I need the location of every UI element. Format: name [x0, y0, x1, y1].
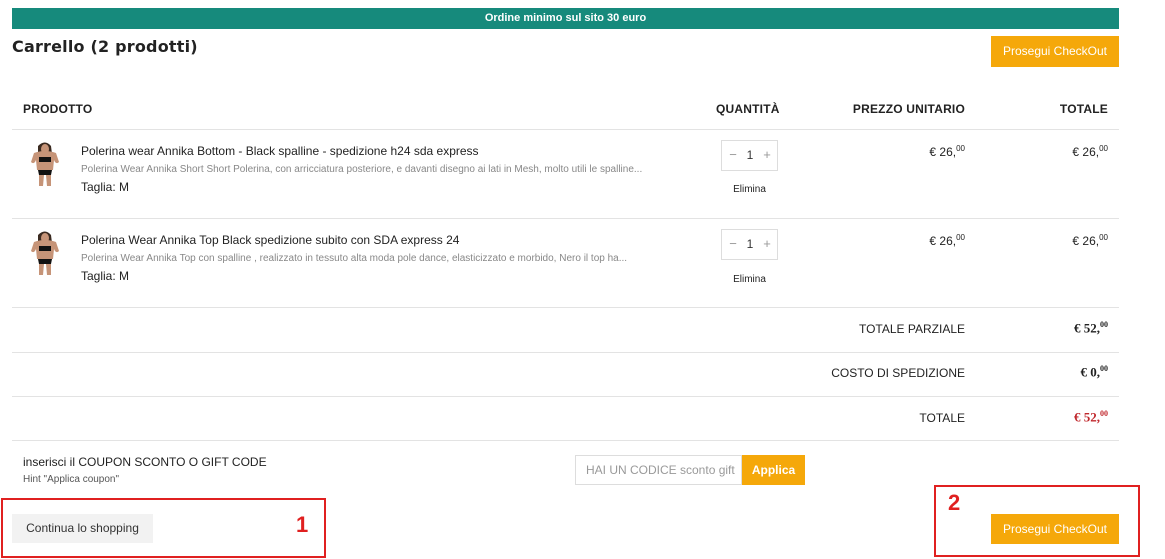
subtotal-main: € 52,: [1074, 320, 1100, 336]
divider: [12, 440, 1119, 441]
product-description: Polerina Wear Annika Short Short Polerin…: [81, 164, 643, 175]
subtotal-cents: 00: [1100, 320, 1108, 329]
divider: [12, 129, 1119, 130]
divider: [12, 352, 1119, 353]
product-image[interactable]: [24, 229, 66, 275]
product-size: Taglia: M: [81, 180, 130, 194]
plus-icon[interactable]: +: [760, 147, 774, 162]
product-description: Polerina Wear Annika Top con spalline , …: [81, 253, 628, 264]
coupon-label: inserisci il COUPON SCONTO O GIFT CODE: [23, 455, 267, 469]
line-total: € 26,00: [1072, 233, 1108, 248]
subtotal-value: € 52,00: [1074, 320, 1108, 336]
annotation-number-2: 2: [948, 490, 961, 515]
column-header-total: TOTALE: [1059, 102, 1108, 116]
size-value: M: [119, 269, 130, 283]
unit-price-cents: 00: [956, 144, 965, 153]
min-order-banner: Ordine minimo sul sito 30 euro: [12, 8, 1119, 29]
size-value: M: [119, 180, 130, 194]
annotation-box-1: [1, 498, 326, 558]
size-label: Taglia: [81, 180, 113, 194]
product-size: Taglia: M: [81, 269, 130, 283]
minus-icon[interactable]: −: [726, 236, 740, 251]
shipping-main: € 0,: [1080, 364, 1101, 380]
quantity-value[interactable]: 1: [742, 237, 758, 251]
apply-coupon-button[interactable]: Applica: [742, 455, 805, 485]
quantity-stepper[interactable]: − 1 +: [721, 140, 778, 171]
coupon-input[interactable]: [575, 455, 742, 485]
column-header-product: PRODOTTO: [23, 102, 93, 116]
total-cents: 00: [1100, 409, 1108, 418]
unit-price: € 26,00: [929, 233, 965, 248]
unit-price: € 26,00: [929, 144, 965, 159]
total-value: € 52,00: [1074, 409, 1108, 425]
product-name[interactable]: Polerina wear Annika Bottom - Black spal…: [81, 144, 479, 158]
product-name[interactable]: Polerina Wear Annika Top Black spedizion…: [81, 233, 459, 247]
shipping-cents: 00: [1100, 364, 1108, 373]
minus-icon[interactable]: −: [726, 147, 740, 162]
page-title: Carrello (2 prodotti): [12, 37, 198, 56]
line-total-main: € 26,: [1072, 145, 1100, 159]
line-total: € 26,00: [1072, 144, 1108, 159]
product-image[interactable]: [24, 140, 66, 186]
line-total-cents: 00: [1099, 144, 1108, 153]
plus-icon[interactable]: +: [760, 236, 774, 251]
subtotal-label: TOTALE PARZIALE: [858, 322, 965, 336]
remove-link[interactable]: Elimina: [721, 184, 778, 195]
annotation-number-1: 1: [296, 512, 309, 537]
remove-link[interactable]: Elimina: [721, 274, 778, 285]
quantity-stepper[interactable]: − 1 +: [721, 229, 778, 260]
unit-price-main: € 26,: [929, 145, 957, 159]
unit-price-main: € 26,: [929, 234, 957, 248]
checkout-button-top[interactable]: Prosegui CheckOut: [991, 36, 1119, 67]
quantity-value[interactable]: 1: [742, 148, 758, 162]
annotation-box-2: [934, 485, 1140, 557]
coupon-hint: Hint "Applica coupon": [23, 474, 120, 485]
column-header-unit-price: PREZZO UNITARIO: [852, 102, 965, 116]
shipping-value: € 0,00: [1081, 364, 1109, 380]
divider: [12, 218, 1119, 219]
column-header-quantity: QUANTITÀ: [716, 102, 780, 116]
line-total-cents: 00: [1099, 233, 1108, 242]
shipping-label: COSTO DI SPEDIZIONE: [831, 366, 965, 380]
total-label: TOTALE: [919, 411, 965, 425]
total-main: € 52,: [1074, 409, 1100, 425]
divider: [12, 396, 1119, 397]
unit-price-cents: 00: [956, 233, 965, 242]
divider: [12, 307, 1119, 308]
size-label: Taglia: [81, 269, 113, 283]
line-total-main: € 26,: [1072, 234, 1100, 248]
